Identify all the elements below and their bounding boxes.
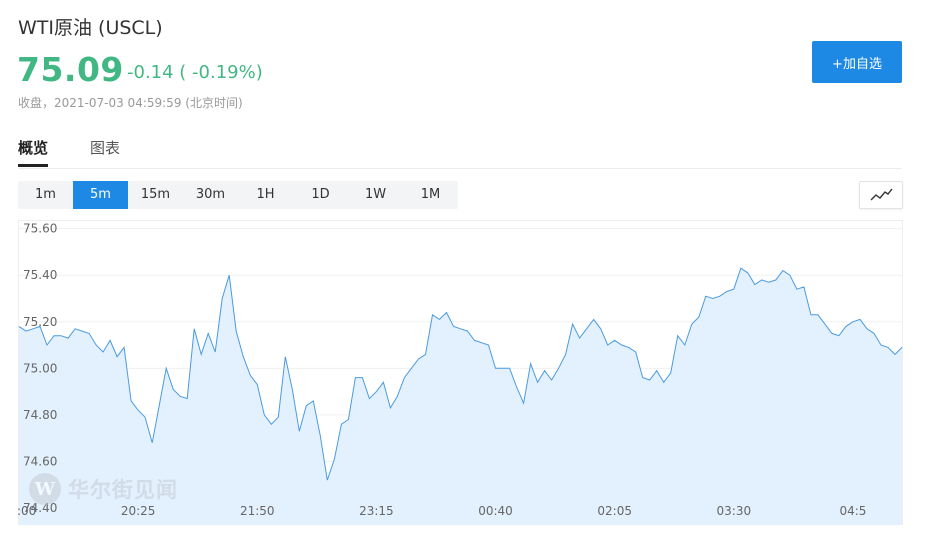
x-tick-label: 02:05 [597, 504, 632, 518]
tab-overview[interactable]: 概览 [18, 137, 49, 167]
y-tick-label: 74.80 [23, 408, 57, 422]
x-tick-label: 00:40 [478, 504, 513, 518]
y-tick-label: 75.20 [23, 315, 57, 329]
tab-chart[interactable]: 图表 [90, 137, 120, 158]
period-selector: 1m 5m 15m 30m 1H 1D 1W 1M [18, 181, 458, 209]
period-5m[interactable]: 5m [73, 181, 128, 209]
period-1mo[interactable]: 1M [403, 181, 458, 209]
x-tick-label: 23:15 [359, 504, 394, 518]
period-1h[interactable]: 1H [238, 181, 293, 209]
watermark: W 华尔街见闻 [28, 472, 178, 506]
x-tick-label: 03:30 [717, 504, 752, 518]
period-30m[interactable]: 30m [183, 181, 238, 209]
line-chart-icon [870, 188, 893, 201]
last-price: 75.09 [17, 50, 124, 89]
x-tick-label: 21:50 [240, 504, 275, 518]
period-1m[interactable]: 1m [18, 181, 73, 209]
svg-text:W: W [34, 479, 56, 500]
watermark-text: 华尔街见闻 [68, 477, 178, 502]
add-to-watchlist-button[interactable]: +加自选 [812, 41, 902, 83]
y-tick-label: 74.60 [23, 454, 57, 468]
period-1d[interactable]: 1D [293, 181, 348, 209]
period-1w[interactable]: 1W [348, 181, 403, 209]
tab-bar: 概览 图表 [18, 135, 902, 169]
x-tick-label: 04:5 [839, 504, 866, 518]
x-tick-label: 20:25 [121, 504, 156, 518]
y-tick-label: 75.40 [23, 268, 57, 282]
y-tick-label: 75.00 [23, 361, 57, 375]
price-change: -0.14 ( -0.19%) [127, 62, 263, 83]
y-tick-label: 75.60 [23, 222, 57, 236]
instrument-title: WTI原油 (USCL) [18, 17, 163, 39]
period-15m[interactable]: 15m [128, 181, 183, 209]
chart-type-button[interactable] [859, 181, 903, 209]
x-tick-label: 19:00 [18, 504, 36, 518]
wallstreetcn-logo-icon: W [29, 473, 61, 505]
market-status: 收盘，2021-07-03 04:59:59 (北京时间) [18, 96, 243, 110]
